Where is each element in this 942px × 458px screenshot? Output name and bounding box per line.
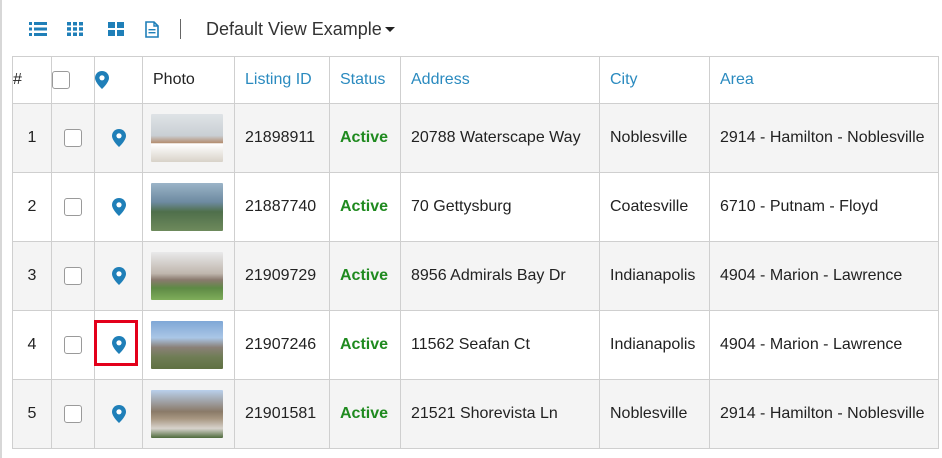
row-number: 3 [12, 241, 52, 311]
row-select-cell [51, 310, 95, 380]
view-toolbar: Default View Example [0, 0, 942, 56]
city-cell: Indianapolis [599, 241, 710, 311]
column-header-city[interactable]: City [599, 56, 710, 104]
column-header-address[interactable]: Address [400, 56, 600, 104]
table-row[interactable]: 3 21909729 Active 8956 Admirals Bay Dr I… [12, 241, 939, 311]
listing-id-cell: 21901581 [234, 379, 330, 449]
row-number: 5 [12, 379, 52, 449]
listing-photo-thumbnail[interactable] [151, 183, 223, 231]
view-selector-dropdown[interactable]: Default View Example [206, 17, 395, 41]
table-row[interactable]: 5 21901581 Active 21521 Shorevista Ln No… [12, 379, 939, 449]
address-cell: 70 Gettysburg [400, 172, 600, 242]
status-cell: Active [329, 379, 401, 449]
listings-table: # Photo Listing ID Status Address City A… [12, 56, 939, 449]
area-cell: 2914 - Hamilton - Noblesville [709, 103, 939, 173]
row-map-cell [94, 172, 143, 242]
row-checkbox[interactable] [64, 197, 82, 216]
table-row[interactable]: 4 21907246 Active 11562 Seafan Ct Indian… [12, 310, 939, 380]
area-cell: 4904 - Marion - Lawrence [709, 241, 939, 311]
address-cell: 21521 Shorevista Ln [400, 379, 600, 449]
status-cell: Active [329, 172, 401, 242]
row-map-cell [94, 310, 143, 380]
row-photo-cell [142, 103, 235, 173]
listing-id-cell: 21907246 [234, 310, 330, 380]
city-cell: Noblesville [599, 103, 710, 173]
map-pin-icon [95, 70, 109, 89]
tile-view-icon[interactable] [107, 21, 125, 37]
row-photo-cell [142, 379, 235, 449]
map-pin-icon[interactable] [111, 197, 126, 216]
row-number: 4 [12, 310, 52, 380]
address-cell: 8956 Admirals Bay Dr [400, 241, 600, 311]
city-cell: Noblesville [599, 379, 710, 449]
row-number: 1 [12, 103, 52, 173]
status-cell: Active [329, 103, 401, 173]
listing-id-cell: 21898911 [234, 103, 330, 173]
address-cell: 20788 Waterscape Way [400, 103, 600, 173]
row-photo-cell [142, 172, 235, 242]
map-pin-icon[interactable] [111, 404, 126, 423]
listing-photo-thumbnail[interactable] [151, 321, 223, 369]
row-checkbox[interactable] [64, 128, 82, 147]
row-select-cell [51, 379, 95, 449]
map-pin-icon[interactable] [111, 335, 126, 354]
select-all-checkbox[interactable] [52, 70, 70, 89]
map-pin-icon[interactable] [111, 128, 126, 147]
row-select-cell [51, 103, 95, 173]
area-cell: 6710 - Putnam - Floyd [709, 172, 939, 242]
area-cell: 4904 - Marion - Lawrence [709, 310, 939, 380]
status-cell: Active [329, 241, 401, 311]
status-cell: Active [329, 310, 401, 380]
listing-id-cell: 21909729 [234, 241, 330, 311]
listing-photo-thumbnail[interactable] [151, 114, 223, 162]
city-cell: Coatesville [599, 172, 710, 242]
view-selector-label: Default View Example [206, 18, 382, 39]
row-select-cell [51, 241, 95, 311]
row-number: 2 [12, 172, 52, 242]
row-map-cell [94, 103, 143, 173]
row-photo-cell [142, 241, 235, 311]
grid-view-icon[interactable] [66, 21, 84, 37]
address-cell: 11562 Seafan Ct [400, 310, 600, 380]
window-left-edge [0, 0, 2, 458]
column-header-select [51, 56, 95, 104]
column-header-map [94, 56, 143, 104]
city-cell: Indianapolis [599, 310, 710, 380]
row-select-cell [51, 172, 95, 242]
row-photo-cell [142, 310, 235, 380]
column-header-area[interactable]: Area [709, 56, 939, 104]
row-map-cell [94, 379, 143, 449]
list-view-icon[interactable] [29, 21, 47, 37]
column-header-listing-id[interactable]: Listing ID [234, 56, 330, 104]
column-header-status[interactable]: Status [329, 56, 401, 104]
row-map-cell [94, 241, 143, 311]
toolbar-divider [180, 19, 181, 39]
map-pin-icon[interactable] [111, 266, 126, 285]
area-cell: 2914 - Hamilton - Noblesville [709, 379, 939, 449]
row-checkbox[interactable] [64, 404, 82, 423]
table-row[interactable]: 1 21898911 Active 20788 Waterscape Way N… [12, 103, 939, 173]
column-header-photo: Photo [142, 56, 235, 104]
listing-photo-thumbnail[interactable] [151, 390, 223, 438]
caret-down-icon [384, 27, 395, 32]
row-checkbox[interactable] [64, 335, 82, 354]
row-checkbox[interactable] [64, 266, 82, 285]
listing-photo-thumbnail[interactable] [151, 252, 223, 300]
column-header-number: # [12, 56, 52, 104]
document-icon[interactable] [143, 20, 161, 38]
table-row[interactable]: 2 21887740 Active 70 Gettysburg Coatesvi… [12, 172, 939, 242]
table-header-row: # Photo Listing ID Status Address City A… [12, 56, 939, 104]
listing-id-cell: 21887740 [234, 172, 330, 242]
